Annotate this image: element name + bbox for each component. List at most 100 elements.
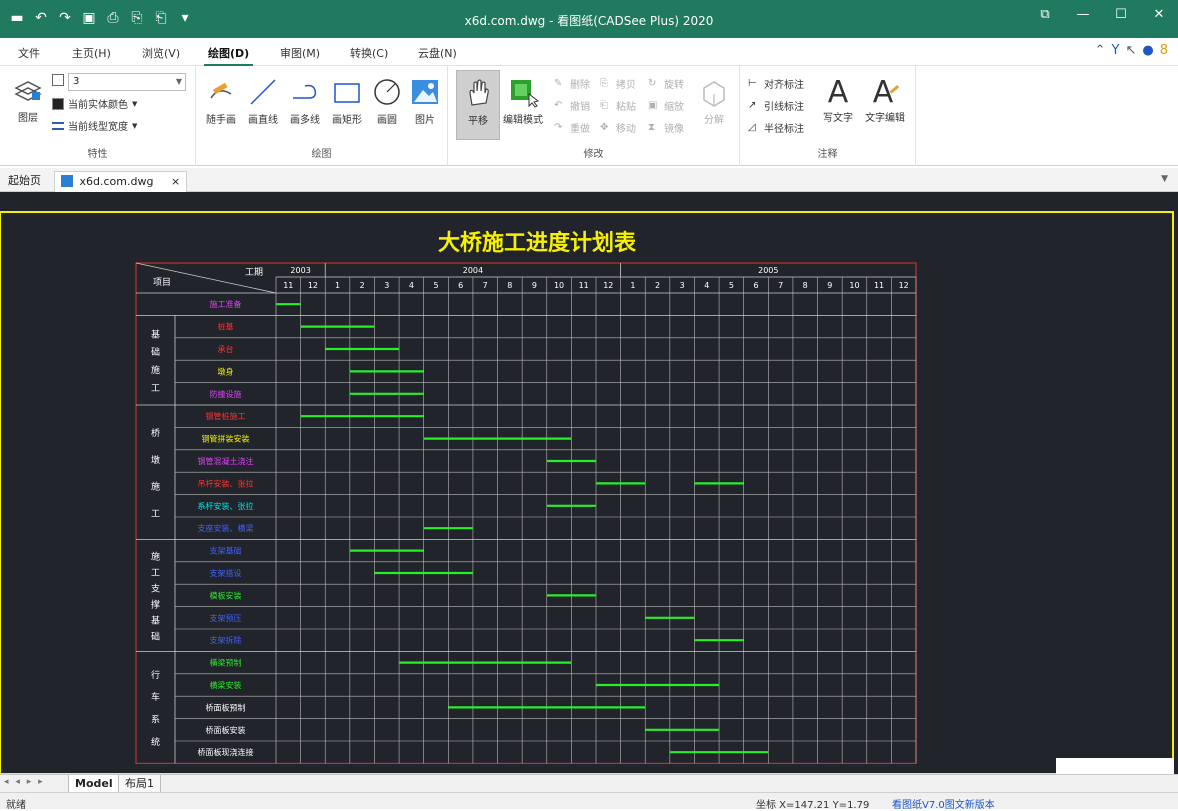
mirror-button[interactable]: ⧗ 镜像 [648,120,684,136]
year-label: 2003 [290,266,310,275]
drawing-canvas[interactable]: 大桥施工进度计划表 项目 工期 2003 2004 2005 11 12 1 2 3 4 5 6 7 8 9 1… [0,192,1178,774]
tools-icon[interactable]: Y [1112,43,1120,58]
tab-browse[interactable]: 浏览(V) [142,45,180,61]
redo-button[interactable]: ↷ 重做 [554,120,590,136]
task-name: 钢管桩施工 [206,411,246,421]
task-name: 承台 [218,344,234,354]
line-button[interactable]: 画直线 [242,76,284,126]
linewidth-label: 当前线型宽度 [68,122,128,133]
group-label-char: 工 [151,568,160,578]
tab-review[interactable]: 审图(M) [280,45,320,61]
aligned-dim-button[interactable]: ⊢ 对齐标注 [748,76,804,92]
settings-icon[interactable]: 8 [1160,43,1168,58]
pan-label: 平移 [468,116,488,127]
text-icon: A [828,75,849,106]
month-label: 12 [308,281,318,290]
tab-draw[interactable]: 绘图(D) [203,45,254,67]
entity-color-label: 当前实体颜色 [68,100,128,111]
task-name: 桥面板安装 [206,725,246,735]
month-label: 11 [283,281,293,290]
polyline-icon [293,84,317,99]
task-name: 支架预压 [210,613,242,623]
edit-mode-icon [511,80,539,108]
layer-select[interactable]: 3 ▼ [68,73,186,91]
restore-icon[interactable]: ⧉ [1026,0,1064,30]
close-icon[interactable]: ✕ [1140,0,1178,30]
explode-icon [703,81,725,107]
text-edit-icon: A [873,75,900,106]
cursor-icon[interactable]: ↖ [1125,43,1136,58]
tab-layout1[interactable]: 布局1 [118,775,161,793]
eraser-icon: ✎ [554,77,563,89]
group-label-char: 础 [151,630,160,642]
tab-start-page[interactable]: 起始页 [2,171,47,192]
modify-group: 平移 编辑模式 ✎ 删除 ⎘ 拷贝 ↻ 旋转 ↶ 撤销 ⎗ 粘贴 ▣ 缩放 ↷ 重做 ✥ 移动 … [448,66,740,166]
entity-color-button[interactable]: 当前实体颜色 ▼ [52,96,137,111]
tab-file[interactable]: 文件 [18,45,40,61]
status-bar: 就绪 坐标 X=147.21 Y=1.79 看图纸V7.0图文新版本 [0,792,1178,811]
paste-button[interactable]: ⎗ 粘贴 [600,98,636,114]
delete-button[interactable]: ✎ 删除 [554,76,590,92]
month-label: 5 [729,281,734,290]
move-button[interactable]: ✥ 移动 [600,120,636,136]
month-label: 3 [680,281,685,290]
image-button[interactable]: 图片 [404,76,446,126]
tab-home[interactable]: 主页(H) [72,45,111,61]
tab-drawing[interactable]: x6d.com.dwg × [54,171,188,192]
tabs-dropdown-icon[interactable]: ▼ [1161,174,1168,184]
group-label-char: 桥 [151,427,160,439]
task-name: 桩基 [218,322,234,332]
tab-convert[interactable]: 转换(C) [350,45,388,61]
radius-icon: ◿ [748,121,756,133]
circle-button[interactable]: 画圆 [366,76,408,126]
polyline-label: 画多线 [290,115,320,126]
scale-button[interactable]: ▣ 缩放 [648,98,684,114]
cad-drawing: 大桥施工进度计划表 项目工期 2003 2004 200511 12 1 2 3 4 5 6 7 8 9 1… [0,211,1174,774]
year-label: 2005 [758,266,778,275]
edit-mode-button[interactable]: 编辑模式 [498,76,548,126]
month-label: 2 [655,281,660,290]
freehand-button[interactable]: 随手画 [200,76,242,126]
layer-combo-icon [52,74,64,86]
tab-cloud[interactable]: 云盘(N) [418,45,457,61]
linewidth-button[interactable]: 当前线型宽度 ▼ [52,118,137,133]
polyline-button[interactable]: 画多线 [284,76,326,126]
properties-group: 图层 3 ▼ 当前实体颜色 ▼ 当前线型宽度 ▼ 特性 [0,66,196,166]
help-icon[interactable]: ● [1142,43,1153,58]
layer-button[interactable]: 图层 [8,74,48,124]
month-label: 4 [704,281,709,290]
window-controls: ⧉ — ☐ ✕ [1026,0,1178,30]
leader-dim-button[interactable]: ↗ 引线标注 [748,98,804,114]
explode-button[interactable]: 分解 [694,76,734,126]
group-label-char: 施 [151,481,160,493]
header-period-label: 工期 [245,267,263,278]
edit-text-button[interactable]: A 文字编辑 [860,74,910,124]
redo-icon: ↷ [554,121,563,133]
group-label-char: 撑 [151,598,160,610]
task-name: 支架基础 [210,546,242,556]
line-icon [250,79,276,105]
month-label: 7 [483,281,488,290]
month-label: 2 [360,281,365,290]
layout-nav-arrows[interactable]: ◂ ◂ ▸ ▸ [4,777,45,787]
radius-dim-button[interactable]: ◿ 半径标注 [748,120,804,136]
task-name: 施工准备 [210,299,242,309]
tab-model[interactable]: Model [68,775,120,793]
month-label: 12 [603,281,613,290]
minimize-icon[interactable]: — [1064,0,1102,30]
month-label: 6 [753,281,758,290]
rectangle-button[interactable]: 画矩形 [326,76,368,126]
copy-button[interactable]: ⎘ 拷贝 [600,76,636,92]
task-name: 支架拆除 [210,635,242,645]
group-label-char: 工 [151,384,160,394]
rotate-button[interactable]: ↻ 旋转 [648,76,684,92]
write-text-button[interactable]: A 写文字 [818,74,858,124]
month-label: 11 [874,281,884,290]
undo-button[interactable]: ↶ 撤销 [554,98,590,114]
month-label: 10 [849,281,859,290]
pan-button[interactable]: 平移 [456,70,500,140]
close-tab-icon[interactable]: × [171,175,180,188]
maximize-icon[interactable]: ☐ [1102,0,1140,30]
month-label: 1 [630,281,635,290]
collapse-ribbon-icon[interactable]: ⌃ [1095,43,1106,58]
